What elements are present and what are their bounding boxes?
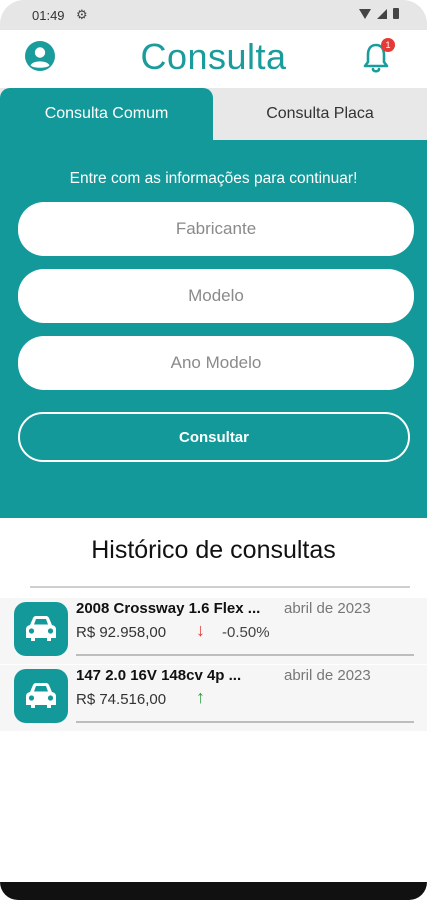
history-title: Histórico de consultas — [91, 536, 336, 564]
arrow-up-icon: ↑ — [196, 687, 205, 707]
history-item[interactable]: 2008 Crossway 1.6 Flex ... abril de 2023… — [0, 598, 427, 664]
history-item-date: abril de 2023 — [284, 600, 371, 617]
history-item-price: R$ 92.958,00 — [76, 624, 167, 641]
arrow-down-icon: ↓ — [196, 620, 205, 640]
history-item-name: 147 2.0 16V 148cv 4p ... — [76, 667, 242, 684]
consult-button[interactable]: Consultar — [18, 412, 410, 462]
notification-badge: 1 — [381, 38, 395, 52]
wifi-icon — [359, 8, 371, 19]
model-field[interactable] — [18, 269, 414, 323]
settings-gear-icon: ⚙ — [76, 7, 88, 22]
manufacturer-field[interactable] — [18, 202, 414, 256]
form-instruction: Entre com as informações para continuar! — [69, 170, 358, 187]
history-item-price: R$ 74.516,00 — [76, 691, 167, 708]
notifications-button[interactable]: 1 — [361, 38, 395, 74]
history-item-name: 2008 Crossway 1.6 Flex ... — [76, 600, 261, 617]
car-icon — [14, 602, 68, 656]
history-item-date: abril de 2023 — [284, 667, 371, 684]
query-form: Entre com as informações para continuar!… — [0, 140, 427, 518]
status-time: 01:49 — [32, 8, 65, 23]
history-item-variation: -0.50% — [222, 624, 270, 641]
status-icons — [359, 8, 399, 19]
tab-consulta-placa[interactable]: Consulta Placa — [213, 88, 427, 140]
item-divider — [76, 721, 414, 723]
query-tabs: Consulta Comum Consulta Placa — [0, 88, 427, 140]
app-header: Consulta 1 — [0, 30, 427, 88]
model-year-field[interactable] — [18, 336, 414, 390]
battery-icon — [393, 8, 399, 19]
history-item[interactable]: 147 2.0 16V 148cv 4p ... abril de 2023 R… — [0, 665, 427, 731]
home-indicator — [0, 882, 427, 900]
history-divider — [30, 586, 410, 588]
tab-consulta-comum[interactable]: Consulta Comum — [0, 88, 213, 140]
signal-icon — [377, 8, 387, 19]
car-icon — [14, 669, 68, 723]
item-divider — [76, 654, 414, 656]
status-bar: 01:49 ⚙ — [0, 0, 427, 30]
